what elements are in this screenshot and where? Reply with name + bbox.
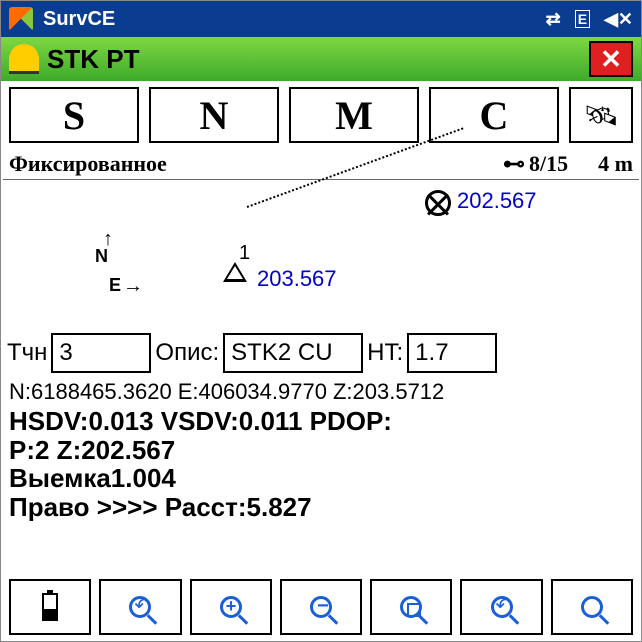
- current-point-elev: 203.567: [257, 266, 337, 292]
- connectivity-icon[interactable]: ⇄: [546, 9, 561, 30]
- zoom-previous-icon: [491, 596, 513, 618]
- satellite-chain-icon: ⊷: [503, 151, 525, 177]
- fix-status: Фиксированное: [9, 151, 503, 177]
- signal-icon[interactable]: E: [575, 10, 590, 28]
- store-button[interactable]: S: [9, 87, 139, 143]
- helmet-icon: [9, 44, 39, 74]
- precision-line: HSDV:0.013 VSDV:0.011 PDOP:: [9, 407, 633, 436]
- view-settings-button[interactable]: [551, 579, 633, 635]
- taskbar-tray: ⇄ E ◀✕: [546, 9, 633, 30]
- east-indicator: E: [109, 275, 121, 296]
- zoom-in-icon: [220, 596, 242, 618]
- zoom-previous-button[interactable]: [460, 579, 542, 635]
- titlebar: STK PT ✕: [1, 37, 641, 81]
- description-label: Опис:: [155, 339, 219, 367]
- satellite-count: 8/15: [529, 151, 568, 177]
- bottom-toolbar: [1, 573, 641, 641]
- close-button[interactable]: ✕: [589, 41, 633, 77]
- height-label: HT:: [367, 339, 403, 367]
- north-indicator: N: [95, 246, 108, 267]
- point-input[interactable]: [51, 333, 151, 373]
- zoom-extents-icon: [129, 596, 151, 618]
- volume-icon[interactable]: ◀✕: [604, 9, 633, 30]
- taskbar: SurvCE ⇄ E ◀✕: [1, 1, 641, 37]
- next-button[interactable]: N: [149, 87, 279, 143]
- current-point-marker: [223, 262, 247, 282]
- zoom-window-icon: [400, 596, 422, 618]
- status-row: Фиксированное ⊷ 8/15 4 m: [1, 149, 641, 179]
- cut-fill-line: Выемка1.004: [9, 464, 633, 493]
- taskbar-title: SurvCE: [43, 8, 546, 31]
- map-canvas[interactable]: N E 1 203.567 202.567: [3, 179, 639, 329]
- zoom-out-button[interactable]: [280, 579, 362, 635]
- elevation-value: Z:203.5712: [333, 379, 444, 405]
- satellite-button[interactable]: 🛰︎: [569, 87, 633, 143]
- northing-value: N:6188465.3620: [9, 379, 172, 405]
- point-label: Тчн: [7, 339, 47, 367]
- satellite-icon: 🛰︎: [583, 99, 619, 132]
- direction-line: Право >>>> Расст:5.827: [9, 493, 633, 522]
- description-input[interactable]: [223, 333, 363, 373]
- battery-icon: [42, 593, 58, 621]
- pz-line: P:2 Z:202.567: [9, 436, 633, 465]
- app-window: SurvCE ⇄ E ◀✕ STK PT ✕ S N M C 🛰︎ Фиксир…: [0, 0, 642, 642]
- zoom-in-button[interactable]: [190, 579, 272, 635]
- zoom-out-icon: [310, 596, 332, 618]
- windows-logo-icon[interactable]: [9, 7, 33, 31]
- current-point-number: 1: [239, 242, 250, 265]
- coordinate-row: N:6188465.3620 E:406034.9770 Z:203.5712: [1, 377, 641, 407]
- mode-button-row: S N M C 🛰︎: [1, 81, 641, 149]
- stakeout-info: HSDV:0.013 VSDV:0.011 PDOP: P:2 Z:202.56…: [1, 407, 641, 521]
- height-input[interactable]: [407, 333, 497, 373]
- battery-button[interactable]: [9, 579, 91, 635]
- target-point-marker: [425, 190, 451, 216]
- input-row: Тчн Опис: HT:: [1, 329, 641, 377]
- view-settings-icon: [581, 596, 603, 618]
- zoom-extents-button[interactable]: [99, 579, 181, 635]
- target-point-elev: 202.567: [457, 188, 537, 214]
- distance-value: 4 m: [598, 151, 633, 177]
- easting-value: E:406034.9770: [178, 379, 327, 405]
- menu-button[interactable]: M: [289, 87, 419, 143]
- zoom-window-button[interactable]: [370, 579, 452, 635]
- screen-title: STK PT: [47, 44, 589, 75]
